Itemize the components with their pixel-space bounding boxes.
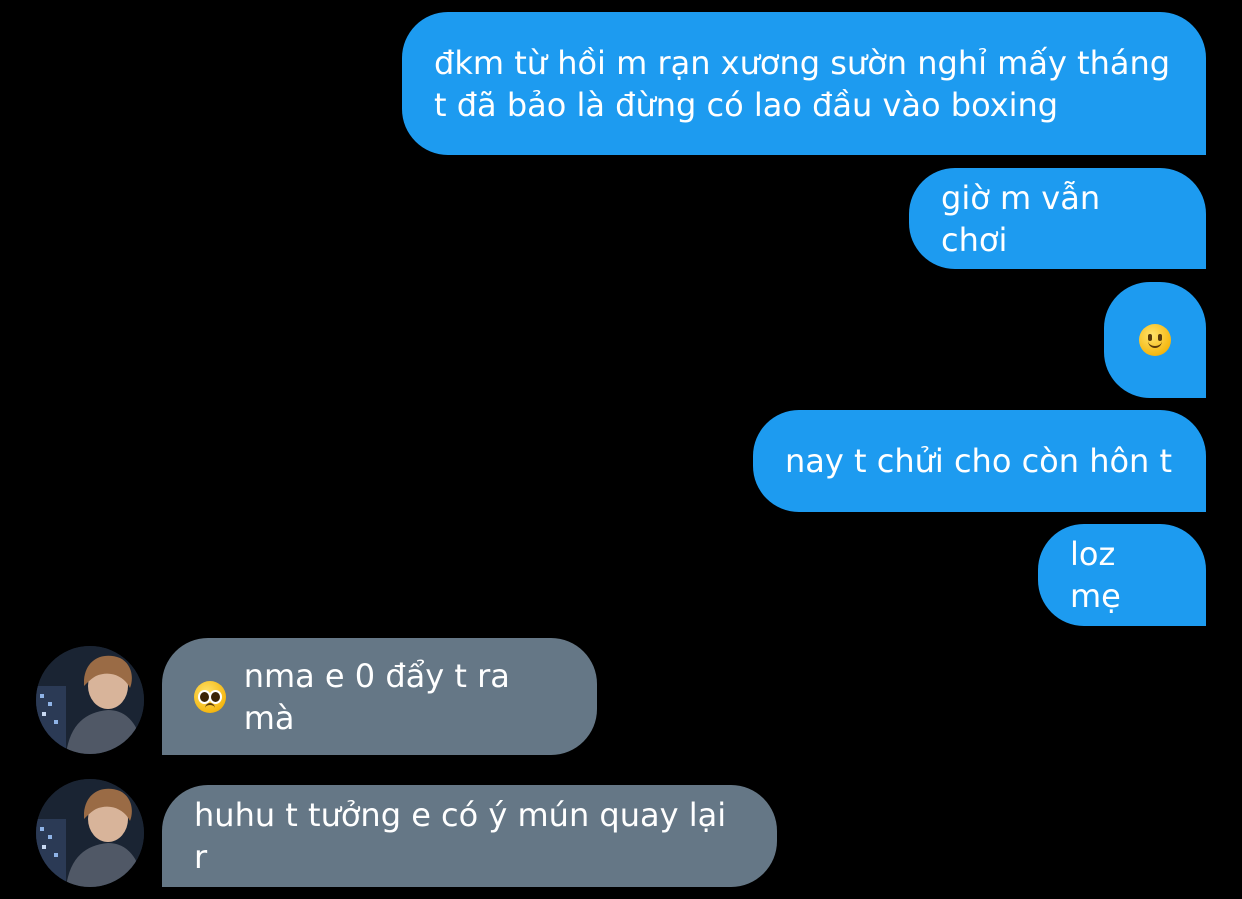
avatar[interactable] <box>36 646 144 754</box>
message-text: nay t chửi cho còn hôn t <box>785 442 1173 480</box>
message-text: huhu t tưởng e có ý mún quay lại r <box>194 796 727 876</box>
message-bubble-sent[interactable]: nay t chửi cho còn hôn t <box>753 410 1206 512</box>
avatar[interactable] <box>36 779 144 887</box>
message-bubble-sent[interactable]: đkm từ hồi m rạn xương sườn nghỉ mấy thá… <box>402 12 1206 155</box>
message-text: giờ m vẫn chơi <box>941 178 1101 259</box>
slightly-smiling-face-icon <box>1139 324 1171 356</box>
message-text: đkm từ hồi m rạn xương sườn nghỉ mấy thá… <box>434 43 1171 124</box>
message-bubble-received[interactable]: nma e 0 đẩy t ra mà <box>162 638 597 755</box>
message-text: nma e 0 đẩy t ra mà <box>243 656 510 737</box>
message-bubble-sent[interactable] <box>1104 282 1206 398</box>
message-bubble-sent[interactable]: loz mẹ <box>1038 524 1206 626</box>
pleading-face-icon <box>194 680 226 713</box>
message-text: loz mẹ <box>1070 535 1121 615</box>
message-bubble-sent[interactable]: giờ m vẫn chơi <box>909 168 1206 269</box>
message-bubble-received[interactable]: huhu t tưởng e có ý mún quay lại r <box>162 785 777 887</box>
